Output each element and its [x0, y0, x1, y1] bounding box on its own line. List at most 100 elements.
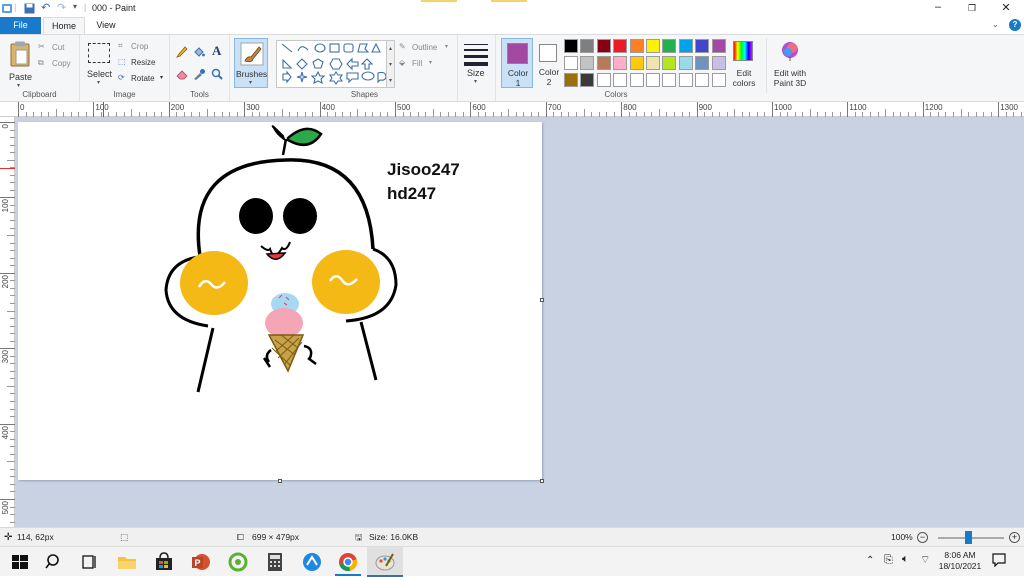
maximize-button[interactable]: ❐ — [960, 0, 984, 17]
palette-color-swatch[interactable] — [695, 56, 710, 70]
palette-color-swatch[interactable] — [613, 73, 628, 87]
app-blue-icon[interactable] — [301, 551, 323, 573]
show-hidden-icons-icon[interactable]: ⌃ — [866, 555, 874, 566]
task-view-icon[interactable] — [79, 551, 101, 573]
edit-colors-button[interactable]: Edit colors — [728, 39, 760, 89]
collapse-ribbon-icon[interactable]: ⌄ — [992, 20, 1004, 31]
palette-color-swatch[interactable] — [629, 56, 644, 70]
store-icon[interactable] — [153, 551, 175, 573]
wifi-icon[interactable]: ⌔ — [920, 553, 930, 567]
volume-icon[interactable]: 🔈︎ — [902, 553, 909, 566]
tab-home[interactable]: Home — [43, 17, 85, 35]
resize-button[interactable]: ⬚ Resize — [118, 57, 166, 69]
cut-button[interactable]: ✂ Cut — [38, 42, 76, 54]
drawing-canvas[interactable]: Jisoo247 hd247 — [18, 122, 542, 480]
file-explorer-icon[interactable] — [116, 551, 138, 573]
fill-bucket-icon[interactable] — [193, 46, 205, 58]
palette-color-swatch[interactable] — [662, 56, 677, 70]
palette-color-swatch[interactable] — [564, 56, 578, 70]
shapes-gallery[interactable] — [276, 40, 388, 88]
palette-color-swatch[interactable] — [646, 39, 660, 53]
ruler-major-tick — [0, 423, 15, 425]
palette-color-swatch[interactable] — [695, 39, 710, 53]
tab-file[interactable]: File — [0, 17, 41, 34]
notifications-icon[interactable] — [992, 553, 1006, 568]
title-separator: | — [14, 2, 17, 12]
pencil-icon[interactable] — [176, 46, 188, 58]
workspace[interactable]: Jisoo247 hd247 — [15, 117, 1024, 527]
color2-button[interactable]: Color 2 — [536, 38, 562, 88]
paste-button[interactable]: Paste ▾ — [6, 39, 34, 89]
palette-color-swatch[interactable] — [629, 39, 644, 53]
calculator-icon[interactable] — [264, 551, 286, 573]
palette-color-swatch[interactable] — [596, 73, 611, 87]
color-picker-icon[interactable] — [193, 68, 205, 80]
palette-color-swatch[interactable] — [662, 39, 677, 53]
ruler-label: 1300 — [1000, 103, 1018, 112]
powerpoint-icon[interactable]: P — [190, 551, 212, 573]
palette-color-swatch[interactable] — [613, 39, 628, 53]
paint-app-icon[interactable] — [2, 3, 13, 14]
save-icon[interactable] — [24, 3, 35, 14]
eraser-icon[interactable] — [176, 68, 188, 80]
palette-color-swatch[interactable] — [596, 39, 611, 53]
clock-date: 18/10/2021 — [938, 561, 982, 571]
crop-button[interactable]: ⌗ Crop — [118, 41, 166, 53]
palette-color-swatch[interactable] — [580, 73, 595, 87]
ruler-major-tick — [168, 102, 170, 117]
minimize-button[interactable]: – — [926, 0, 950, 17]
palette-color-swatch[interactable] — [695, 73, 710, 87]
outline-label: Outline — [412, 43, 438, 52]
color1-button[interactable]: Color 1 — [501, 38, 533, 88]
resize-handle-right[interactable] — [540, 298, 544, 302]
fill-button[interactable]: ⬙ Fill ▾ — [399, 58, 455, 70]
search-icon[interactable] — [43, 551, 65, 573]
paint3d-button[interactable]: Edit with Paint 3D — [766, 38, 812, 93]
resize-handle-bottom[interactable] — [278, 479, 282, 483]
palette-color-swatch[interactable] — [646, 73, 660, 87]
palette-color-swatch[interactable] — [662, 73, 677, 87]
network-icon[interactable]: ⎘ — [884, 554, 893, 567]
windows-start-icon[interactable] — [9, 551, 31, 573]
palette-color-swatch[interactable] — [646, 56, 660, 70]
palette-color-swatch[interactable] — [580, 39, 595, 53]
zoom-out-button[interactable]: − — [917, 532, 928, 543]
ruler-minor-tick — [508, 109, 510, 117]
zoom-in-button[interactable]: + — [1009, 532, 1020, 543]
undo-icon[interactable]: ↶ — [41, 1, 50, 14]
redo-icon[interactable]: ↷ — [57, 1, 66, 14]
app-green-icon[interactable] — [227, 551, 249, 573]
select-button[interactable]: Select ▾ — [85, 40, 115, 88]
palette-color-swatch[interactable] — [580, 56, 595, 70]
palette-color-swatch[interactable] — [711, 39, 726, 53]
palette-color-swatch[interactable] — [613, 56, 628, 70]
palette-color-swatch[interactable] — [711, 56, 726, 70]
resize-handle-corner[interactable] — [540, 479, 544, 483]
outline-button[interactable]: ✎ Outline ▾ — [399, 42, 455, 54]
chrome-icon[interactable] — [337, 551, 359, 573]
rotate-button[interactable]: ⟳ Rotate ▾ — [118, 73, 166, 85]
close-button[interactable]: ✕ — [994, 0, 1018, 17]
palette-color-swatch[interactable] — [629, 73, 644, 87]
ruler-major-tick — [545, 102, 547, 117]
shapes-scroll[interactable]: ▴ ▾ ▾ — [386, 40, 395, 88]
palette-color-swatch[interactable] — [564, 39, 578, 53]
palette-color-swatch[interactable] — [596, 56, 611, 70]
palette-color-swatch[interactable] — [678, 39, 693, 53]
clock[interactable]: 8:06 AM 18/10/2021 — [933, 550, 987, 572]
tab-view[interactable]: View — [88, 17, 124, 34]
palette-color-swatch[interactable] — [678, 73, 693, 87]
palette-color-swatch[interactable] — [678, 56, 693, 70]
brushes-button[interactable]: Brushes ▾ — [234, 38, 268, 88]
magnifier-icon[interactable] — [211, 68, 223, 80]
palette-color-swatch[interactable] — [564, 73, 578, 87]
copy-button[interactable]: ⧉ Copy — [38, 58, 76, 70]
help-icon[interactable]: ? — [1009, 19, 1021, 31]
paint-taskbar-button[interactable] — [367, 547, 403, 577]
rotate-icon: ⟳ — [118, 73, 125, 82]
text-tool-icon[interactable]: A — [212, 43, 226, 58]
customize-toolbar-icon[interactable]: ▾ — [73, 2, 77, 11]
size-button[interactable]: Size ▾ — [464, 41, 490, 89]
palette-color-swatch[interactable] — [711, 73, 726, 87]
zoom-slider-thumb[interactable] — [965, 531, 972, 544]
